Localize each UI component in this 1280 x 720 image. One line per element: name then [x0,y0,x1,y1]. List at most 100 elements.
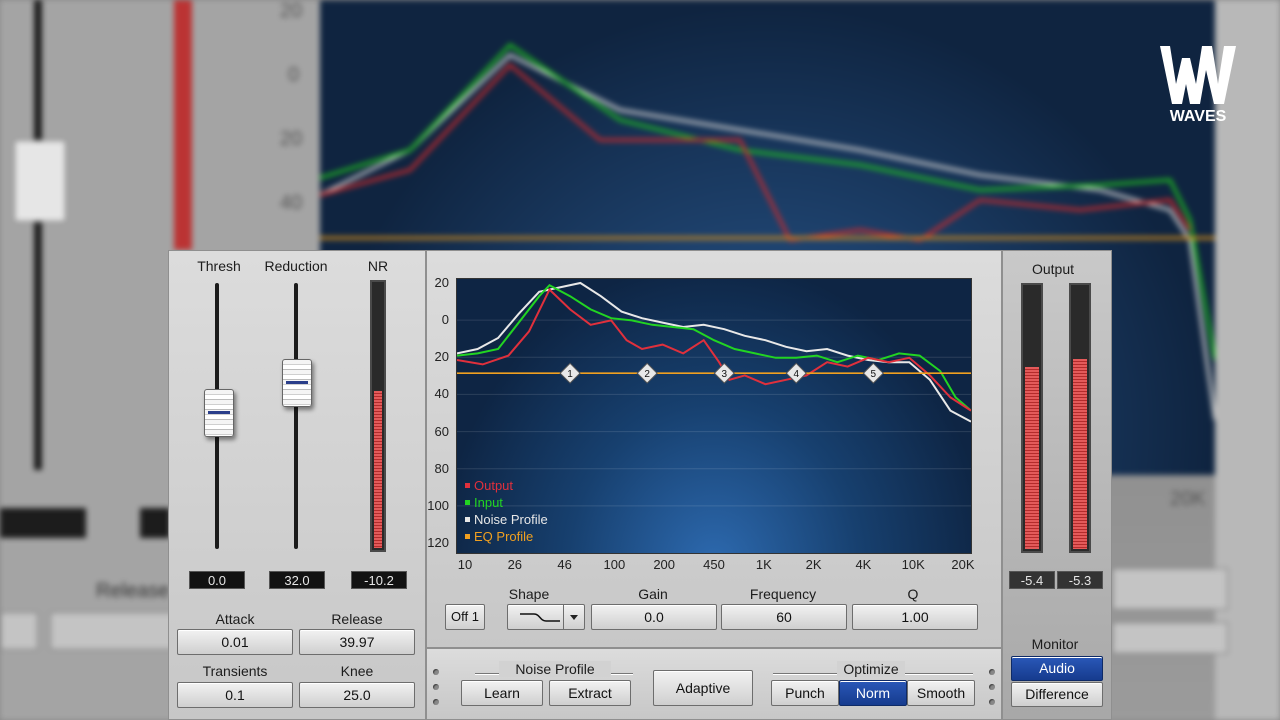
x-tick-label: 10K [901,557,925,572]
frequency-label: Frequency [749,586,817,602]
x-tick-label: 26 [507,557,523,572]
y-tick-label: 0 [441,312,449,328]
thresh-label: Thresh [197,258,241,274]
waves-logo: WAVES [1156,44,1240,128]
nr-meter-fill [374,391,382,548]
monitor-label: Monitor [1031,636,1079,652]
q-field[interactable]: 1.00 [852,604,978,630]
bg-release-label: Release [96,580,170,602]
legend-label: Noise Profile [474,512,548,527]
x-tick-label: 2K [805,557,822,572]
gain-field[interactable]: 0.0 [591,604,717,630]
thresh-slider-handle[interactable] [204,389,234,437]
eq-band-node-label: 5 [871,369,877,380]
output-meter-right [1069,283,1091,553]
x-tick-label: 200 [653,557,676,572]
output-right-readout: -5.3 [1057,571,1103,589]
x-tick-label: 100 [603,557,626,572]
norm-button[interactable]: Norm [839,680,907,706]
nr-readout: -10.2 [351,571,407,589]
x-tick-label: 20K [951,557,975,572]
attack-label: Attack [215,611,255,627]
output-label: Output [1031,261,1075,277]
legend-swatch [465,534,470,539]
reduction-label: Reduction [264,258,328,274]
knee-label: Knee [340,663,374,679]
reduction-slider-track[interactable] [294,283,298,549]
x-tick-label: 450 [703,557,725,572]
y-tick-label: 120 [427,535,449,550]
eq-band-node-label: 2 [644,369,650,380]
q-label: Q [907,586,919,602]
legend-item: Input [465,494,548,511]
x-tick-label: 10 [457,557,473,572]
eq-band-node-label: 1 [567,369,573,380]
spectrum-graph[interactable]: 1 2 3 4 5 Output Input Noise Profile EQ Profile [456,278,972,554]
eq-band-node-5: 5 [862,362,884,384]
reduction-readout: 32.0 [269,571,325,589]
punch-button[interactable]: Punch [771,680,839,706]
release-label: Release [331,611,383,627]
y-tick-label: 40 [434,386,449,402]
y-tick-label: 100 [427,497,449,513]
noise-profile-group-label: Noise Profile [499,661,611,677]
bg-tick-2: 0 [288,64,300,86]
shape-dropdown-button[interactable] [563,605,584,629]
y-tick-label: 60 [434,423,449,439]
learn-button[interactable]: Learn [461,680,543,706]
transients-label: Transients [202,663,268,679]
reduction-slider-handle[interactable] [282,359,312,407]
waves-logo-text: WAVES [1169,108,1227,125]
knee-field[interactable]: 25.0 [299,682,415,708]
output-meter-right-fill [1073,358,1087,549]
y-tick-label: 20 [434,275,449,290]
bg-tick-1: 20 [280,0,303,22]
chevron-down-icon [570,615,578,620]
nr-meter [370,280,386,552]
series-line-input [457,283,971,412]
output-meter-left [1021,283,1043,553]
eq-band-node-label: 3 [721,369,727,380]
waves-w-icon [1160,46,1236,104]
bg-tick-20k: 20K [1170,488,1206,510]
extract-button[interactable]: Extract [549,680,631,706]
legend-label: EQ Profile [474,529,534,544]
x-noise-plugin: Thresh Reduction NR 0.0 32.0 -10.2 Attac… [168,250,1112,720]
legend-swatch [465,483,470,488]
gain-label: Gain [638,586,668,602]
eq-band-node-label: 4 [793,369,799,380]
nr-label: NR [367,258,389,274]
adaptive-button[interactable]: Adaptive [653,670,753,706]
bg-tick-4: 40 [280,192,303,214]
x-tick-label: 1K [755,557,772,572]
smooth-button[interactable]: Smooth [907,680,975,706]
monitor-difference-button[interactable]: Difference [1011,682,1103,707]
bottom-panel: Noise Profile Learn Extract Adaptive Opt… [426,648,1002,720]
dynamics-panel: Thresh Reduction NR 0.0 32.0 -10.2 Attac… [168,250,426,720]
bg-tick-3: 20 [280,128,303,150]
legend-item: EQ Profile [465,528,548,545]
band-off-button[interactable]: Off 1 [445,604,485,630]
series-line-output [457,287,971,412]
legend-swatch [465,500,470,505]
monitor-audio-button[interactable]: Audio [1011,656,1103,681]
transients-field[interactable]: 0.1 [177,682,293,708]
frequency-field[interactable]: 60 [721,604,847,630]
legend-item: Noise Profile [465,511,548,528]
optimize-group-label: Optimize [837,661,905,677]
legend-item: Output [465,477,548,494]
eq-band-node-2: 2 [636,362,658,384]
output-panel: Output -5.4 -5.3 Monitor Audio Differenc… [1002,250,1112,720]
y-tick-label: 20 [434,349,449,365]
eq-band-node-1: 1 [559,362,581,384]
legend-label: Input [474,495,503,510]
eq-band-node-4: 4 [785,362,807,384]
x-tick-label: 46 [557,557,572,572]
thresh-readout: 0.0 [189,571,245,589]
shelf-shape-icon [520,613,560,622]
release-field[interactable]: 39.97 [299,629,415,655]
output-left-readout: -5.4 [1009,571,1055,589]
shape-selector[interactable] [507,604,585,630]
attack-field[interactable]: 0.01 [177,629,293,655]
legend-label: Output [474,478,514,493]
